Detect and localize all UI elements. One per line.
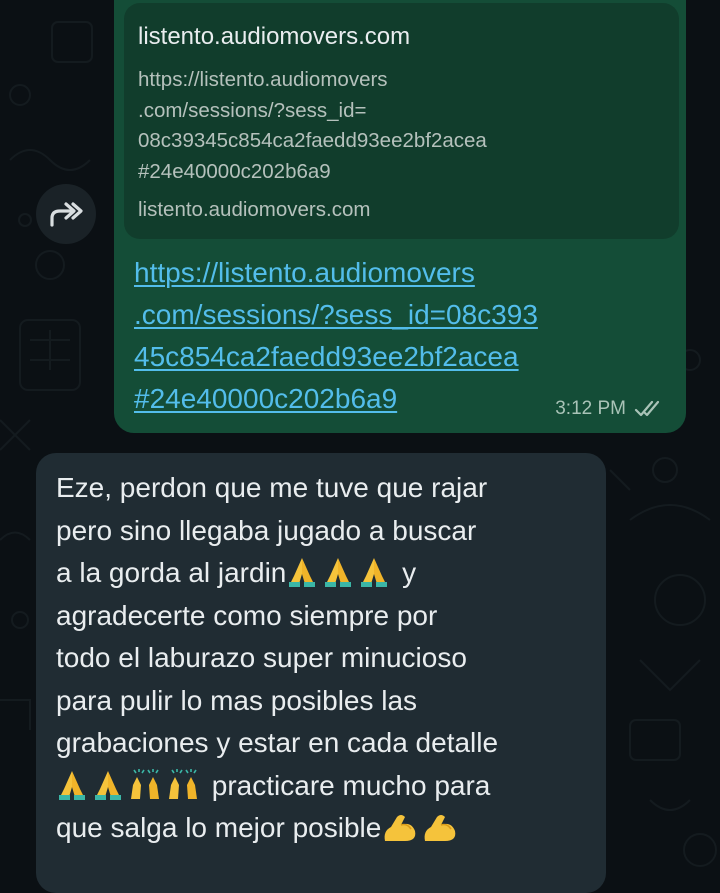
link-preview-description: https://listento.audiomovers .com/sessio… (138, 65, 578, 187)
message-line-text: practicare mucho para (204, 769, 491, 801)
double-check-icon (634, 400, 660, 417)
folded-hands-icon (325, 558, 352, 587)
folded-hands-icon (59, 770, 85, 800)
link-preview-domain: listento.audiomovers.com (138, 198, 371, 221)
folded-hands-icon (289, 558, 316, 587)
incoming-message-text: Eze, perdon que me tuve que rajar pero s… (56, 467, 601, 850)
message-line-text: a la gorda al jardin (56, 557, 287, 588)
folded-hands-icon (361, 558, 388, 587)
message-line: todo el laburazo super minucioso (56, 642, 467, 673)
outgoing-message-bubble[interactable]: listento.audiomovers.com https://listent… (114, 0, 686, 433)
message-link-line[interactable]: 45c854ca2faedd93ee2bf2acea (134, 336, 634, 378)
forward-arrow-icon (50, 202, 83, 227)
message-line-text: que salga lo mejor posible (56, 812, 382, 843)
flexed-biceps-icon (424, 815, 456, 841)
message-line: agradecerte como siempre por (56, 599, 438, 631)
message-line: Eze, perdon que me tuve que rajar (56, 472, 488, 503)
message-link-line[interactable]: https://listento.audiomovers (134, 252, 634, 294)
message-line: grabaciones y estar en cada detalle (56, 727, 499, 758)
incoming-message-bubble[interactable]: Eze, perdon que me tuve que rajar pero s… (36, 453, 606, 893)
link-preview-card[interactable]: listento.audiomovers.com https://listent… (124, 3, 679, 239)
message-meta: 3:12 PM (555, 398, 666, 420)
folded-hands-icon (95, 770, 121, 800)
message-line: practicare mucho para (56, 765, 601, 808)
message-line: pero sino llegaba jugado a buscar (56, 514, 477, 546)
forward-button[interactable] (36, 184, 96, 244)
message-line: para pulir lo mas posibles las (56, 684, 418, 716)
link-preview-description-line: .com/sessions/?sess_id= (138, 98, 367, 122)
message-time: 3:12 PM (555, 398, 626, 419)
message-line: que salga lo mejor posible (56, 807, 601, 850)
flexed-biceps-icon (384, 815, 416, 841)
link-preview-description-line: 08c39345c854ca2faedd93ee2bf2acea (138, 129, 487, 152)
link-preview-title: listento.audiomovers.com (138, 23, 411, 50)
message-line-text: y (394, 557, 417, 588)
raising-hands-icon (131, 768, 159, 799)
raising-hands-icon (169, 768, 197, 799)
message-link[interactable]: https://listento.audiomovers .com/sessio… (134, 252, 634, 420)
link-preview-description-line: #24e40000c202b6a9 (138, 159, 331, 183)
link-preview-description-line: https://listento.audiomovers (138, 68, 388, 91)
message-link-line[interactable]: .com/sessions/?sess_id=08c393 (134, 294, 634, 336)
message-line: a la gorda al jardin y (56, 552, 601, 595)
